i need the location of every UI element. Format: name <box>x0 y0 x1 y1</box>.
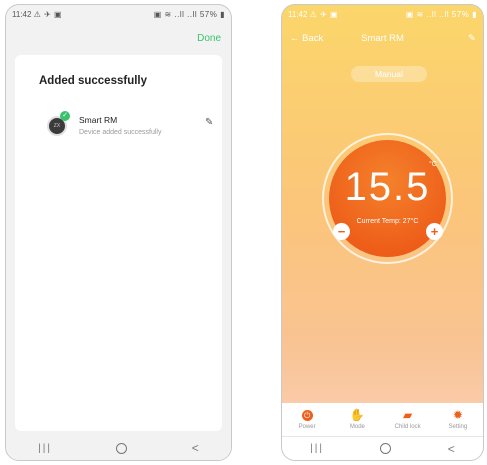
mode-pill[interactable]: Manual <box>351 66 427 82</box>
status-bar: 11:42 ⚠ ✈ ▣ ▣ ≋ ..ll ..ll 57% ▮ <box>282 5 483 23</box>
phone-right-screen: 11:42 ⚠ ✈ ▣ ▣ ≋ ..ll ..ll 57% ▮ ← Back S… <box>281 4 484 461</box>
status-time: 11:42 ⚠ ✈ ▣ <box>288 10 338 19</box>
status-time: 11:42 ⚠ ✈ ▣ <box>12 10 62 19</box>
decrease-temp-button[interactable]: − <box>333 223 350 240</box>
power-icon: ⏻ <box>287 407 327 423</box>
tab-child-lock[interactable]: ▰ Child lock <box>388 407 428 430</box>
tab-label: Power <box>298 424 316 430</box>
check-icon: ✓ <box>60 111 70 121</box>
home-button[interactable] <box>380 443 392 454</box>
phone-left-screen: 11:42 ⚠ ✈ ▣ ▣ ≋ ..ll ..ll 57% ▮ Done Add… <box>5 4 232 461</box>
system-nav-bar: ||| < <box>282 436 483 460</box>
set-temperature: 15.5 <box>344 165 431 209</box>
tab-setting[interactable]: ✹ Setting <box>438 407 478 430</box>
status-system-icons: ▣ ≋ ..ll ..ll 57% ▮ <box>153 9 225 19</box>
device-row[interactable]: ZX ✓ Smart RM Device added successfully … <box>47 111 213 147</box>
hand-icon: ✋ <box>349 408 365 422</box>
temperature-unit: °C <box>429 161 437 168</box>
screen-title: Smart RM <box>361 33 404 44</box>
home-button[interactable] <box>116 442 128 454</box>
tab-label: Setting <box>448 424 468 430</box>
status-notification-icons: ⚠ ✈ ▣ <box>33 9 63 19</box>
status-time-text: 11:42 <box>288 9 308 19</box>
recent-apps-button[interactable]: ||| <box>38 443 52 454</box>
recent-apps-button[interactable]: ||| <box>310 443 324 454</box>
status-notification-icons: ⚠ ✈ ▣ <box>309 9 339 19</box>
tab-mode[interactable]: ✋ Mode <box>337 407 377 430</box>
device-status: Device added successfully <box>79 129 162 136</box>
tab-label: Mode <box>349 424 365 430</box>
top-bar: ← Back Smart RM ✎ <box>282 33 483 49</box>
pencil-icon[interactable]: ✎ <box>468 33 476 44</box>
device-name: Smart RM <box>79 115 118 125</box>
tab-label: Child lock <box>394 424 421 430</box>
bottom-tab-bar: ⏻ Power ✋ Mode ▰ Child lock ✹ Setting <box>282 403 483 437</box>
card-title: Added successfully <box>39 75 148 87</box>
pencil-icon[interactable]: ✎ <box>205 117 213 128</box>
status-bar: 11:42 ⚠ ✈ ▣ ▣ ≋ ..ll ..ll 57% ▮ <box>6 5 231 23</box>
increase-temp-button[interactable]: + <box>426 223 443 240</box>
back-nav-button[interactable]: < <box>448 442 455 456</box>
success-card: Added successfully ZX ✓ Smart RM Device … <box>15 55 222 431</box>
lock-icon: ▰ <box>403 408 413 422</box>
back-nav-button[interactable]: < <box>192 441 199 455</box>
system-nav-bar: ||| < <box>6 436 231 460</box>
tab-power[interactable]: ⏻ Power <box>287 407 327 430</box>
done-button[interactable]: Done <box>197 33 221 44</box>
status-system-icons: ▣ ≋ ..ll ..ll 57% ▮ <box>405 9 477 19</box>
status-time-text: 11:42 <box>12 9 32 19</box>
device-avatar-text: ZX <box>53 123 61 129</box>
gear-icon: ✹ <box>452 408 463 422</box>
